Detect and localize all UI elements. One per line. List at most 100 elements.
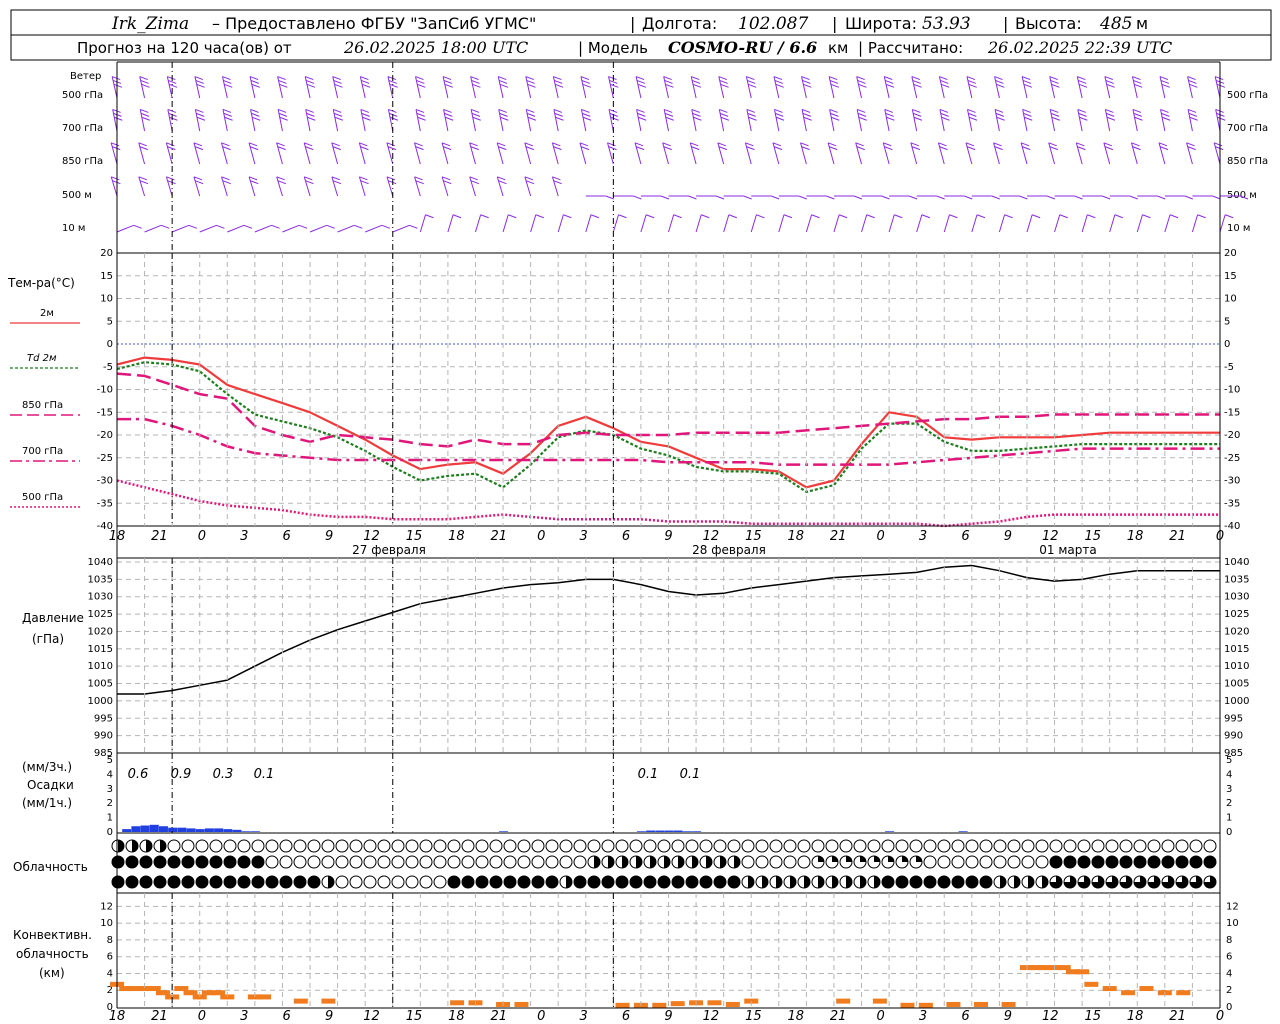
wind-barb-feather [967, 108, 976, 113]
wind-barb-feather [360, 108, 370, 113]
cloud-symbol [391, 855, 405, 869]
wind-barb-feather [1188, 79, 1197, 84]
wind-barb-feather [894, 214, 903, 219]
cloud-fill [1134, 856, 1146, 868]
hour-tick-label-bottom: 12 [363, 1009, 380, 1024]
wind-barb-feather [277, 108, 287, 113]
wind-barb-feather [831, 116, 840, 121]
temp-tick-right: 5 [1224, 316, 1230, 327]
wind-barb-feather [526, 108, 535, 113]
wind-barb-staff [469, 142, 476, 165]
wind-barb-feather [167, 76, 176, 81]
cloud-symbol [923, 855, 937, 869]
wind-barb-staff [662, 142, 669, 165]
wind-barb-staff [1104, 76, 1111, 99]
temp-legend: 2м Td 2м 850 гПа 700 гПа 500 гПа [10, 308, 80, 508]
cloud-fill-part [776, 876, 782, 882]
wind-barb-feather [1077, 79, 1087, 84]
precip-bars [122, 824, 968, 832]
hour-tick-label-bottom: 6 [961, 1009, 969, 1024]
cloud-fill-part [664, 856, 670, 862]
precip-bar [499, 831, 509, 832]
cloud-symbol [209, 839, 223, 853]
cloud-fill-part [1084, 882, 1090, 888]
wind-barb-staff [937, 142, 945, 165]
forecast-prefix: Прогноз на 120 часа(ов) от [77, 39, 292, 57]
pressure-tick-left: 1030 [88, 592, 113, 603]
cloud-symbol [1091, 839, 1105, 853]
cloud-fill-part [888, 856, 894, 862]
wind-barb-staff [608, 109, 614, 132]
precip-tick-right: 0 [1226, 827, 1232, 838]
temp-title: Тем-ра(°С) [7, 276, 75, 290]
cloud-fill-part [762, 882, 768, 888]
cloud-symbol [993, 855, 1007, 869]
wind-barb-staff [1049, 76, 1056, 99]
wind-barb-feather [1021, 76, 1031, 81]
pressure-tick-left: 1035 [88, 574, 113, 585]
wind-barb-feather [826, 195, 835, 200]
wind-barb-feather [526, 79, 535, 84]
wind-barb-feather [775, 116, 785, 121]
wind-barb-feather [1134, 83, 1143, 88]
cloud-symbol [615, 839, 629, 853]
separator-1: | [630, 14, 635, 33]
cloud-fill [126, 876, 138, 888]
hour-tick-label-bottom: 18 [787, 1009, 804, 1024]
cloud-symbol [419, 875, 433, 889]
wind-barb-feather [387, 76, 397, 81]
wind-barb-staff [1131, 76, 1138, 99]
hour-tick-label-bottom: 3 [919, 1009, 927, 1024]
cloud-fill-part [1092, 882, 1098, 888]
cloud-fill-part [636, 862, 642, 868]
cloud-fill [154, 856, 166, 868]
wind-barb-staff [139, 76, 146, 99]
pressure-tick-right: 1025 [1224, 609, 1249, 620]
wind-barb-staff [386, 142, 394, 165]
cloud-fill-part [1014, 882, 1020, 888]
cloud-fill-part [566, 876, 572, 882]
cloud-fill [1120, 856, 1132, 868]
hour-tick-label-bottom: 9 [325, 1009, 333, 1024]
wind-barb-feather [139, 76, 148, 81]
wind-barb-staff [557, 214, 564, 233]
wind-barb-feather [1224, 214, 1234, 219]
conv-bar [836, 998, 851, 1004]
wind-barb-feather [249, 76, 259, 81]
wind-barb-feather [811, 214, 820, 219]
wind-barb-feather [409, 224, 418, 229]
wind-barb-feather [830, 83, 840, 88]
wind-barb-feather [1078, 83, 1088, 88]
wind-barb-feather [884, 79, 894, 84]
cloud-fill-part [664, 862, 670, 868]
cloud-symbol [363, 839, 377, 853]
wind-barb-feather [673, 214, 682, 219]
precip-bar [636, 831, 646, 832]
wind-barb-staff [332, 109, 339, 132]
wind-barb-feather [1106, 116, 1116, 121]
cloud-symbol [293, 855, 307, 869]
wind-barb-feather [940, 79, 949, 84]
cloud-symbol [727, 839, 741, 853]
cloud-fill-part [160, 846, 166, 852]
wind-barb-feather [774, 108, 783, 113]
wind-barb-staff [882, 142, 890, 165]
cloud-fill-part [328, 876, 334, 882]
cloud-symbol [769, 839, 783, 853]
cloud-symbol [531, 839, 545, 853]
wind-barb-feather [1104, 76, 1114, 81]
wind-barb-staff [305, 109, 311, 132]
wind-barb-staff [608, 76, 614, 99]
cloud-fill-part [832, 876, 838, 882]
cloud-fill [1148, 856, 1160, 868]
wind-barb-feather [1161, 83, 1170, 88]
precip-3h-label: 0.1 [638, 767, 659, 782]
temp-legend-label: 850 гПа [22, 400, 63, 411]
wind-barb-feather [278, 79, 287, 84]
cloud-symbols [111, 839, 1217, 889]
wind-barb-feather [771, 195, 780, 200]
precip-unit3: (мм/3ч.) [22, 760, 72, 774]
time-axis-bottom: 18 21 0 3 6 9 12 15 18 21 0 3 6 9 12 15 18 21 0 3 6 9 12 15 18 21… [109, 1009, 1224, 1024]
cloud-symbol [979, 839, 993, 853]
cloud-symbol [755, 839, 769, 853]
